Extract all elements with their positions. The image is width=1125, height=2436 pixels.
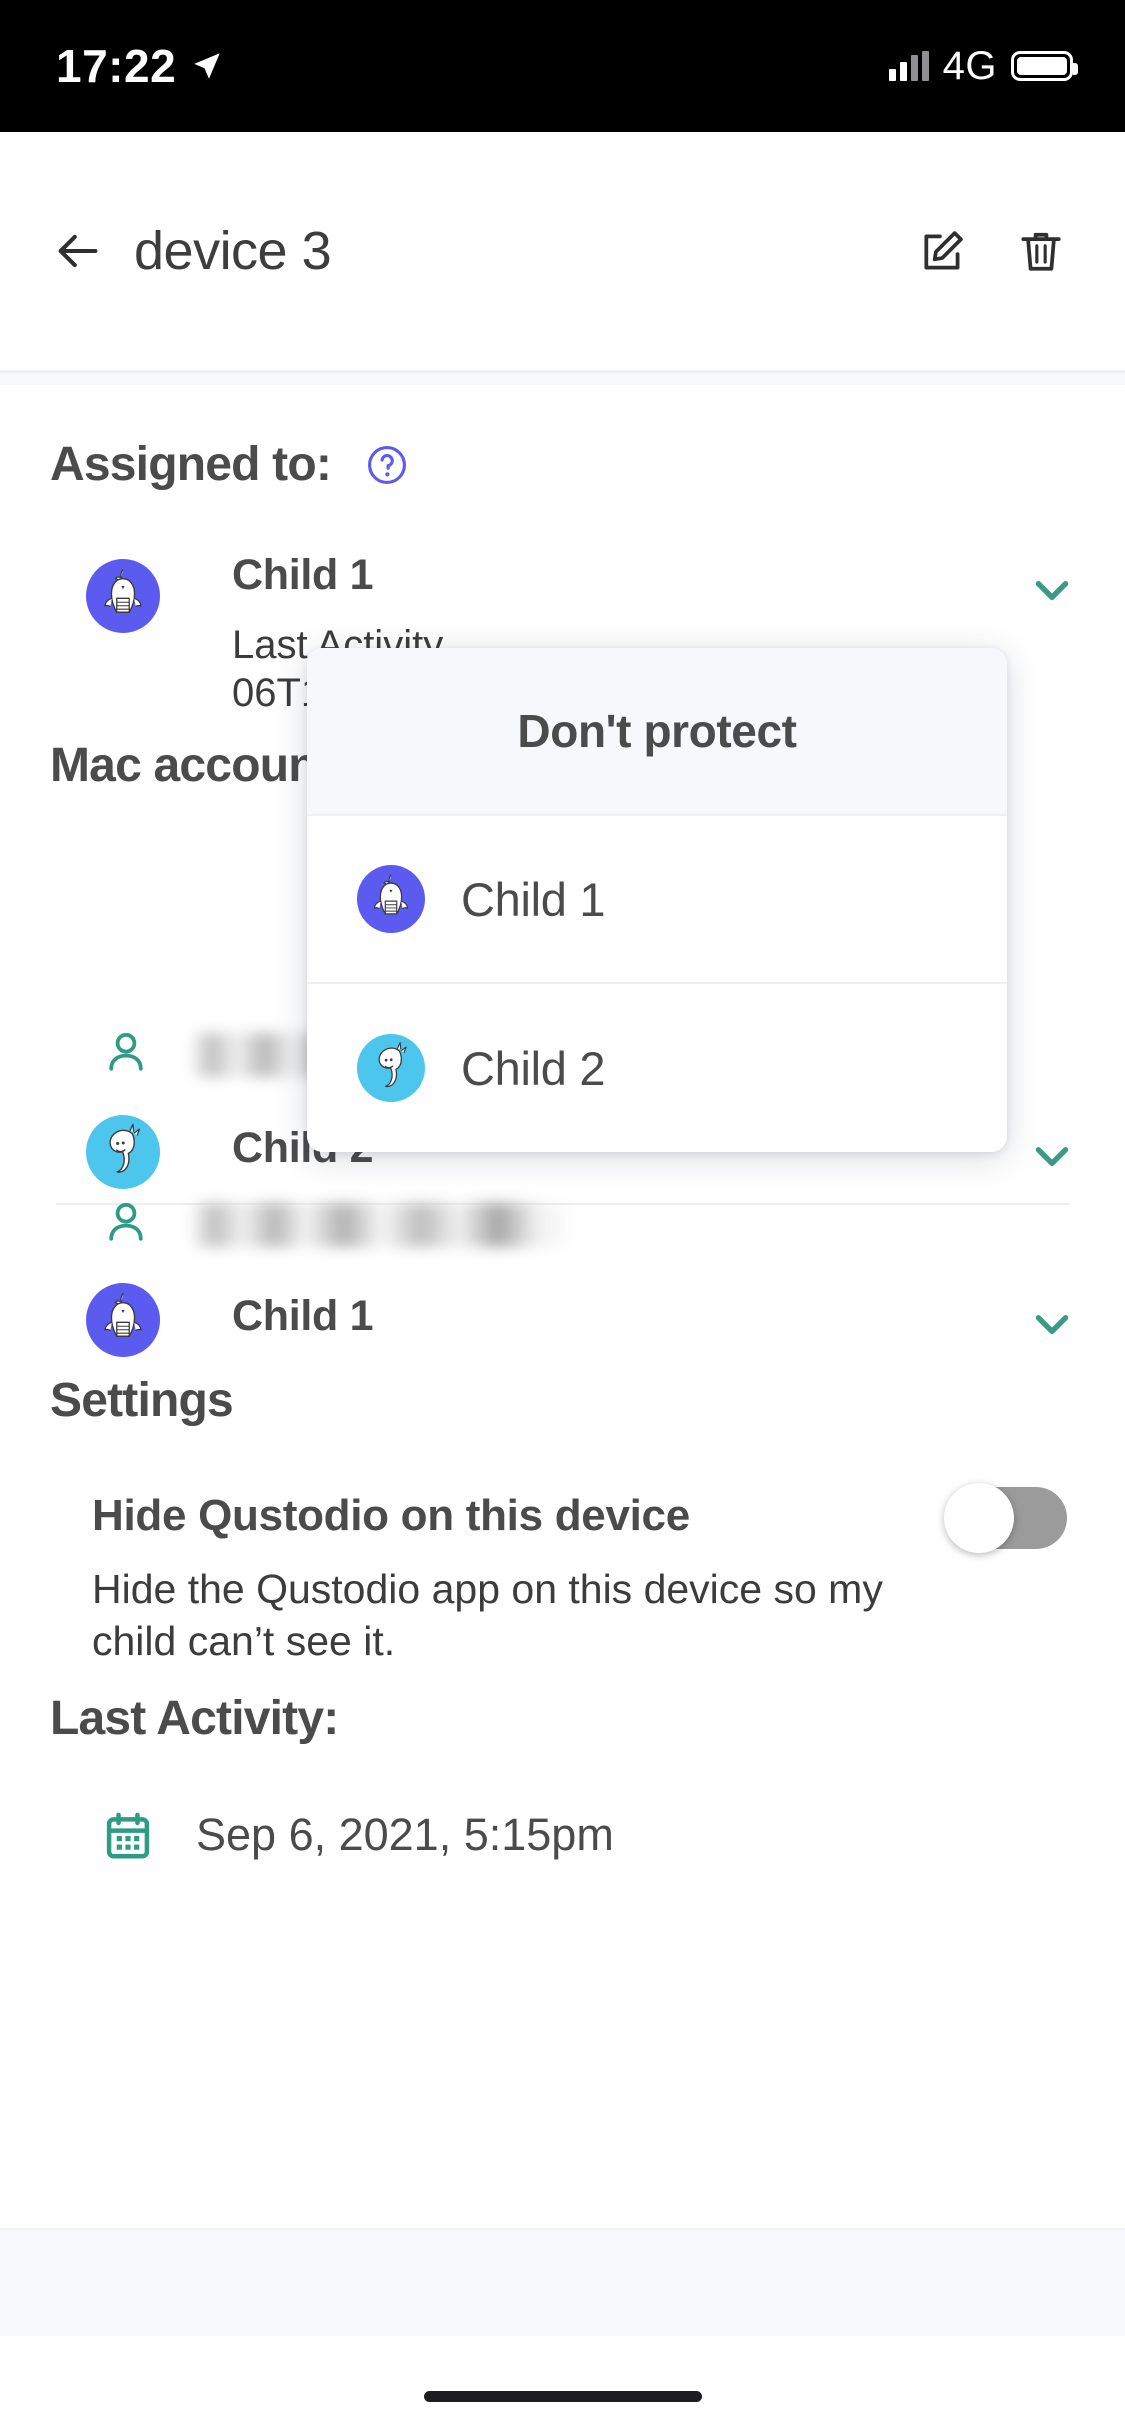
edit-pencil-icon <box>924 231 963 270</box>
last-activity-row: Sep 6, 2021, 5:15pm <box>0 1805 1125 1879</box>
assigned-to-header: Assigned to: <box>50 437 409 492</box>
back-arrow-icon <box>58 234 98 268</box>
hide-app-label: Hide Qustodio on this device <box>92 1491 690 1540</box>
header-left: device 3 <box>50 220 915 282</box>
status-bar-right: 4G <box>888 43 1078 89</box>
unicorn-avatar-cyan <box>86 1115 160 1189</box>
calendar-icon <box>100 1805 156 1867</box>
calendar-icon-glyph <box>106 1812 150 1859</box>
avatar <box>86 1115 160 1189</box>
network-type-label: 4G <box>942 43 997 88</box>
chicken-avatar-blue <box>86 559 160 633</box>
assigned-child-name: Child 1 <box>232 551 374 599</box>
top-divider-band <box>0 373 1125 385</box>
popup-item-label: Child 1 <box>461 872 606 926</box>
header-actions <box>915 223 1069 279</box>
page-title: device 3 <box>134 221 332 281</box>
hide-app-description: Hide the Qustodio app on this device so … <box>92 1566 883 1665</box>
chevron-down-icon <box>1035 1147 1069 1166</box>
masked-username <box>190 1203 575 1247</box>
unicorn-avatar-icon <box>371 1041 411 1088</box>
app-header: device 3 <box>0 132 1125 370</box>
delete-button[interactable] <box>1013 223 1069 279</box>
battery-icon <box>1011 51 1078 81</box>
status-bar-left: 17:22 <box>56 43 224 89</box>
chicken-avatar-blue <box>86 1283 160 1357</box>
settings-title: Settings <box>50 1374 234 1427</box>
trash-icon <box>1021 232 1061 271</box>
mac-child-expand-button[interactable] <box>1027 1131 1077 1186</box>
back-button[interactable] <box>50 223 106 279</box>
edit-button[interactable] <box>915 223 971 279</box>
last-activity-header: Last Activity: <box>50 1691 339 1746</box>
chicken-avatar-icon <box>102 1293 144 1341</box>
chicken-avatar-icon <box>371 874 411 919</box>
mac-child-expand-button[interactable] <box>1027 1299 1077 1354</box>
home-indicator[interactable] <box>423 2391 702 2402</box>
chevron-down-icon <box>1035 1315 1069 1334</box>
settings-header: Settings <box>50 1373 234 1428</box>
avatar <box>86 1283 160 1357</box>
unicorn-avatar-cyan <box>357 1034 425 1102</box>
mac-child-name: Child 1 <box>232 1292 374 1340</box>
phone-screen: 17:22 4G device 3 Assigned to: Child 1 L… <box>0 0 1125 2436</box>
status-time: 17:22 <box>56 40 177 92</box>
signal-bars-icon <box>888 51 929 81</box>
assigned-child-expand-button[interactable] <box>1027 565 1077 620</box>
popup-item-label: Child 2 <box>461 1041 606 1095</box>
chevron-down-icon <box>1035 581 1069 600</box>
help-circle-icon <box>368 445 407 484</box>
assigned-to-title: Assigned to: <box>50 438 332 491</box>
assigned-help-button[interactable] <box>365 443 409 487</box>
person-icon <box>100 1193 152 1251</box>
hide-app-toggle[interactable] <box>944 1483 1067 1553</box>
person-icon-glyph <box>109 1202 143 1241</box>
last-activity-title: Last Activity: <box>50 1692 339 1745</box>
chicken-avatar-icon <box>102 569 144 617</box>
popup-item-child1[interactable]: Child 1 <box>307 816 1007 984</box>
person-icon-glyph <box>109 1032 143 1071</box>
unicorn-avatar-icon <box>102 1123 144 1173</box>
location-arrow-icon <box>194 53 220 79</box>
assign-child-popup: Don't protect Child 1 Child 2 <box>307 648 1007 1152</box>
mac-account-row[interactable] <box>0 1193 1125 1267</box>
avatar <box>86 559 160 633</box>
popup-item-child2[interactable]: Child 2 <box>307 984 1007 1152</box>
last-activity-date: Sep 6, 2021, 5:15pm <box>196 1809 614 1860</box>
person-icon <box>100 1023 152 1081</box>
bottom-band <box>0 2228 1125 2336</box>
toggle-knob <box>944 1483 1014 1553</box>
popup-header-label: Don't protect <box>517 705 797 757</box>
popup-header[interactable]: Don't protect <box>307 648 1007 816</box>
chicken-avatar-blue <box>357 865 425 933</box>
status-bar: 17:22 4G <box>0 0 1125 132</box>
